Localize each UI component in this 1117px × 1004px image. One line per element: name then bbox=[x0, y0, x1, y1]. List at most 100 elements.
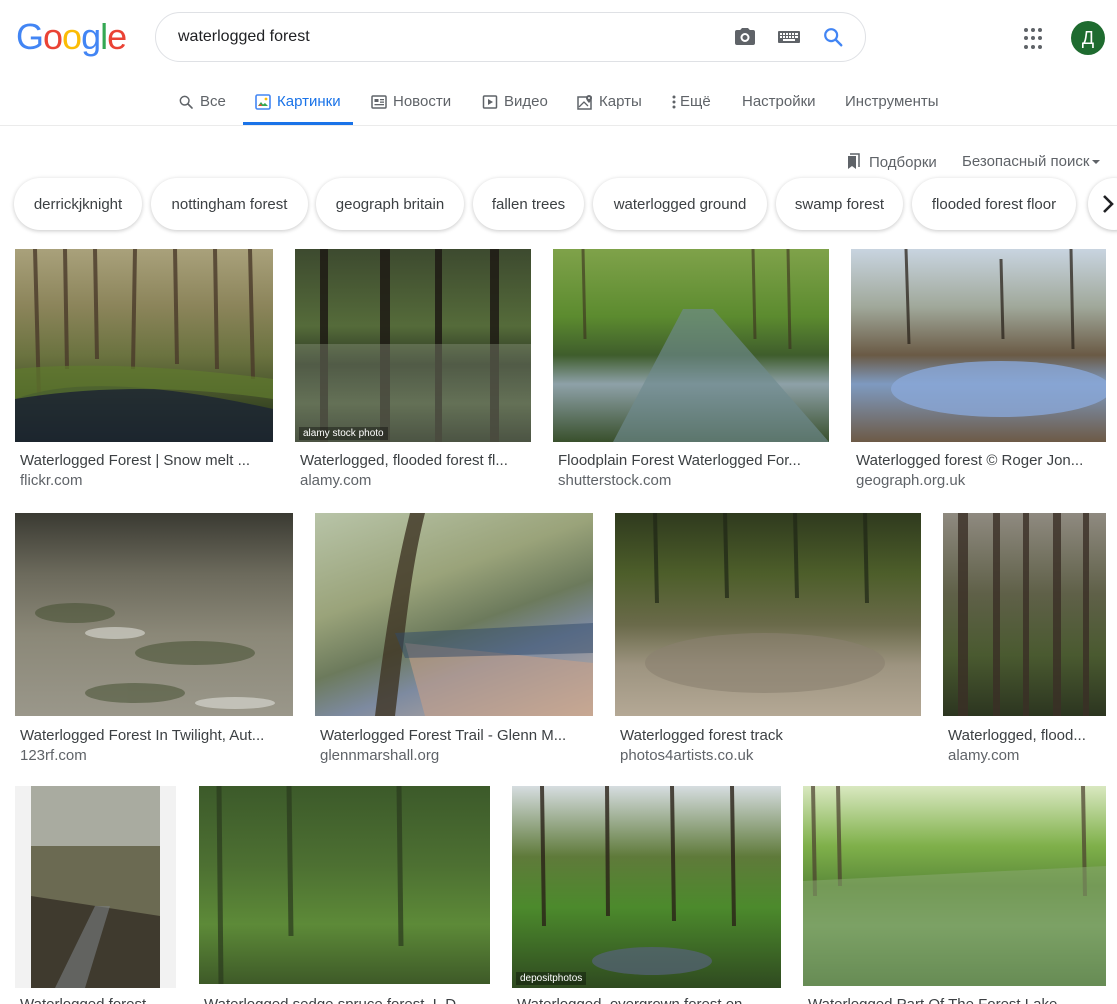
tab-label: Картинки bbox=[277, 93, 341, 110]
avatar-letter: Д bbox=[1081, 27, 1095, 48]
image-result[interactable]: Waterlogged Part Of The Forest Lake... bbox=[803, 786, 1106, 1004]
logo-letter: o bbox=[43, 16, 63, 57]
watermark-text: alamy stock photo bbox=[299, 427, 388, 440]
tab-all[interactable]: Все bbox=[178, 78, 226, 125]
result-thumbnail[interactable] bbox=[803, 786, 1106, 986]
chip[interactable]: swamp forest bbox=[776, 178, 903, 230]
avatar[interactable]: Д bbox=[1071, 21, 1105, 55]
result-site[interactable]: alamy.com bbox=[948, 747, 1105, 764]
maps-icon bbox=[577, 94, 593, 110]
images-icon bbox=[255, 93, 271, 110]
dropdown-arrow-icon bbox=[1091, 159, 1101, 165]
result-site[interactable]: geograph.org.uk bbox=[856, 472, 1103, 489]
tab-label: Новости bbox=[393, 93, 452, 110]
search-input[interactable]: waterlogged forest bbox=[178, 28, 713, 46]
logo-letter: g bbox=[81, 16, 101, 57]
image-result[interactable]: Waterlogged forest © Roger Jon... geogra… bbox=[851, 249, 1106, 494]
keyboard-icon[interactable] bbox=[777, 25, 801, 49]
tab-label: Инструменты bbox=[845, 93, 939, 110]
tab-more[interactable]: Ещё bbox=[672, 78, 711, 125]
result-thumbnail[interactable] bbox=[15, 786, 176, 988]
result-title[interactable]: Waterlogged Forest In Twilight, Aut... bbox=[20, 727, 290, 744]
result-thumbnail[interactable]: depositphotos bbox=[512, 786, 781, 988]
result-site[interactable]: alamy.com bbox=[300, 472, 528, 489]
result-title[interactable]: Waterlogged, flooded forest fl... bbox=[300, 452, 528, 469]
safesearch-dropdown[interactable]: Безопасный поиск bbox=[962, 153, 1101, 170]
tab-label: Видео bbox=[504, 93, 548, 110]
apps-grid-icon[interactable] bbox=[1024, 28, 1046, 50]
bookmark-icon bbox=[845, 153, 861, 171]
chip[interactable]: waterlogged ground bbox=[593, 178, 767, 230]
result-thumbnail[interactable] bbox=[851, 249, 1106, 442]
image-result[interactable]: Waterlogged forest track photos4artists.… bbox=[615, 513, 921, 768]
chip-label: geograph britain bbox=[335, 195, 445, 213]
logo-letter: l bbox=[100, 16, 108, 57]
chip[interactable]: geograph britain bbox=[316, 178, 464, 230]
chip[interactable]: derrickjknight bbox=[14, 178, 142, 230]
tab-settings[interactable]: Настройки bbox=[742, 78, 816, 125]
image-result[interactable]: Waterlogged forest... bbox=[15, 786, 176, 1004]
image-result[interactable]: Waterlogged Forest In Twilight, Aut... 1… bbox=[15, 513, 293, 768]
chip[interactable]: nottingham forest bbox=[151, 178, 308, 230]
search-tabs: Все Картинки Новости Видео Карты Ещё Нас… bbox=[0, 78, 1117, 126]
result-site[interactable]: flickr.com bbox=[20, 472, 270, 489]
result-title[interactable]: Floodplain Forest Waterlogged For... bbox=[558, 452, 826, 469]
tab-maps[interactable]: Карты bbox=[577, 78, 642, 125]
result-site[interactable]: shutterstock.com bbox=[558, 472, 826, 489]
result-title[interactable]: Waterlogged sedge spruce forest, L.D... bbox=[204, 996, 487, 1004]
tab-images[interactable]: Картинки bbox=[243, 78, 353, 125]
result-title[interactable]: Waterlogged Part Of The Forest Lake... bbox=[808, 996, 1103, 1004]
result-title[interactable]: Waterlogged forest © Roger Jon... bbox=[856, 452, 1103, 469]
tab-label: Все bbox=[200, 93, 226, 110]
news-icon bbox=[371, 94, 387, 110]
result-site[interactable]: photos4artists.co.uk bbox=[620, 747, 918, 764]
google-logo[interactable]: Google bbox=[16, 16, 127, 58]
collections-label: Подборки bbox=[869, 153, 937, 171]
tab-tools[interactable]: Инструменты bbox=[845, 78, 939, 125]
result-thumbnail[interactable]: alamy stock photo bbox=[295, 249, 531, 442]
result-thumbnail[interactable] bbox=[15, 513, 293, 716]
result-thumbnail[interactable] bbox=[199, 786, 490, 984]
camera-icon[interactable] bbox=[733, 25, 757, 49]
collections-link[interactable]: Подборки bbox=[845, 153, 937, 171]
result-title[interactable]: Waterlogged, overgrown forest on... bbox=[517, 996, 778, 1004]
chip-label: flooded forest floor bbox=[931, 195, 1057, 213]
logo-letter: G bbox=[16, 16, 44, 57]
image-result[interactable]: Floodplain Forest Waterlogged For... shu… bbox=[553, 249, 829, 494]
tab-label: Карты bbox=[599, 93, 642, 110]
result-site[interactable]: glennmarshall.org bbox=[320, 747, 590, 764]
result-thumbnail[interactable] bbox=[615, 513, 921, 716]
logo-letter: o bbox=[62, 16, 82, 57]
chip-label: waterlogged ground bbox=[613, 195, 747, 213]
image-result[interactable]: alamy stock photo Waterlogged, flooded f… bbox=[295, 249, 531, 494]
result-title[interactable]: Waterlogged, flood... bbox=[948, 727, 1105, 744]
result-thumbnail[interactable] bbox=[943, 513, 1106, 716]
image-result[interactable]: Waterlogged Forest | Snow melt ... flick… bbox=[15, 249, 273, 494]
image-result[interactable]: Waterlogged Forest Trail - Glenn M... gl… bbox=[315, 513, 593, 768]
result-thumbnail[interactable] bbox=[15, 249, 273, 442]
result-thumbnail[interactable] bbox=[553, 249, 829, 442]
search-icon[interactable] bbox=[821, 25, 845, 49]
tab-video[interactable]: Видео bbox=[482, 78, 548, 125]
result-site[interactable]: 123rf.com bbox=[20, 747, 290, 764]
result-title[interactable]: Waterlogged Forest Trail - Glenn M... bbox=[320, 727, 590, 744]
video-icon bbox=[482, 94, 498, 110]
image-result[interactable]: Waterlogged, flood... alamy.com bbox=[943, 513, 1106, 768]
tab-news[interactable]: Новости bbox=[371, 78, 451, 125]
chevron-right-icon bbox=[1102, 194, 1114, 214]
more-vert-icon bbox=[672, 94, 676, 110]
safesearch-label: Безопасный поиск bbox=[962, 153, 1090, 170]
chip[interactable]: fallen trees bbox=[473, 178, 584, 230]
result-title[interactable]: Waterlogged forest track bbox=[620, 727, 918, 744]
result-title[interactable]: Waterlogged forest... bbox=[20, 996, 173, 1004]
search-box[interactable]: waterlogged forest bbox=[155, 12, 866, 62]
logo-letter: e bbox=[107, 16, 127, 57]
tab-label: Ещё bbox=[680, 93, 711, 110]
chip-label: swamp forest bbox=[794, 195, 885, 213]
chip[interactable]: flooded forest floor bbox=[912, 178, 1076, 230]
result-title[interactable]: Waterlogged Forest | Snow melt ... bbox=[20, 452, 270, 469]
related-chips: derrickjknight nottingham forest geograp… bbox=[14, 178, 1117, 232]
image-result[interactable]: depositphotos Waterlogged, overgrown for… bbox=[512, 786, 781, 1004]
result-thumbnail[interactable] bbox=[315, 513, 593, 716]
image-result[interactable]: Waterlogged sedge spruce forest, L.D... bbox=[199, 786, 490, 1004]
